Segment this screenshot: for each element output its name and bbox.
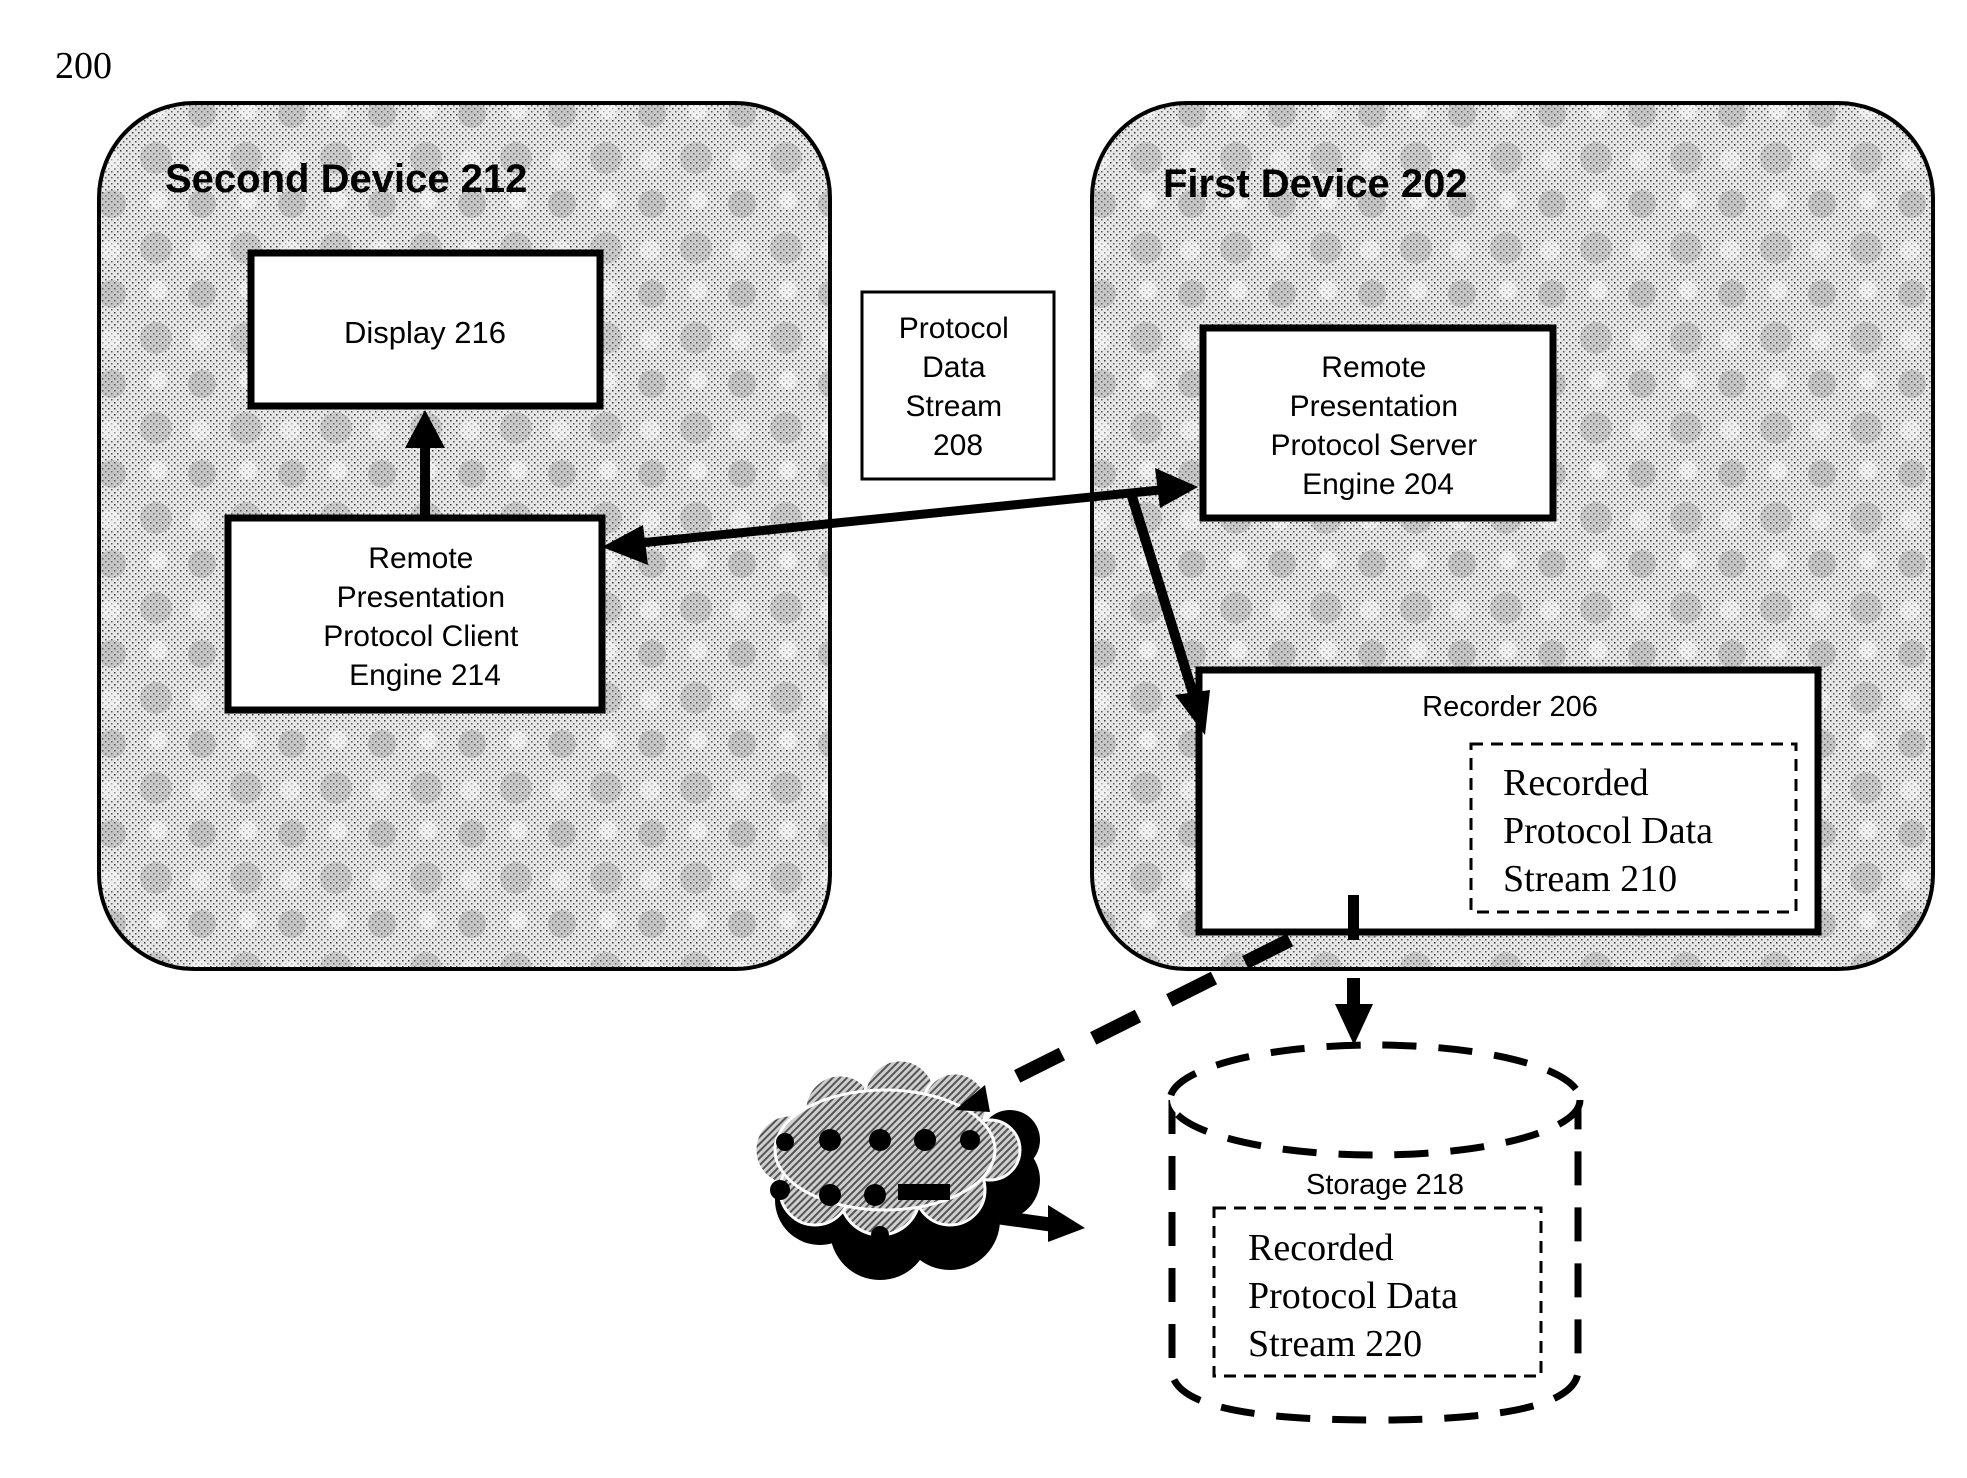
first-device-title: First Device 202 [1163,162,1468,206]
display-label: Display 216 [344,315,506,350]
figure-label: 200 [55,45,112,87]
arrowhead-down-icon [1335,1004,1373,1045]
storage-cylinder: Storage 218 Recorded Protocol Data Strea… [1166,1041,1584,1424]
client-engine-box: Remote Presentation Protocol Client Engi… [224,514,606,714]
protocol-data-stream-box: Protocol Data Stream 208 [860,290,1056,481]
storage-label: Storage 218 [1306,1169,1464,1201]
server-engine-box: Remote Presentation Protocol Server Engi… [1199,324,1557,522]
recorder-to-storage-arrow [1347,978,1360,1008]
first-device: First Device 202 Remote Presentation Pro… [1090,101,1935,971]
network-cloud-icon [753,1058,1040,1280]
recorder-box: Recorder 206 Recorded Protocol Data Stre… [1195,666,1822,936]
recorded-stream-210: Recorded Protocol Data Stream 210 [1469,742,1798,914]
network-to-storage-arrow [999,1210,1051,1232]
recorder-output-stub [1348,895,1359,940]
arrowhead-right-icon [1048,1205,1085,1242]
diagram-canvas: 200 Second Device 212 Display 216 Remote… [55,45,1935,1424]
recorded-stream-220: Recorded Protocol Data Stream 220 [1212,1206,1543,1378]
second-device-title: Second Device 212 [165,157,527,201]
display-box: Display 216 [247,249,604,410]
recorder-label: Recorder 206 [1422,691,1598,723]
